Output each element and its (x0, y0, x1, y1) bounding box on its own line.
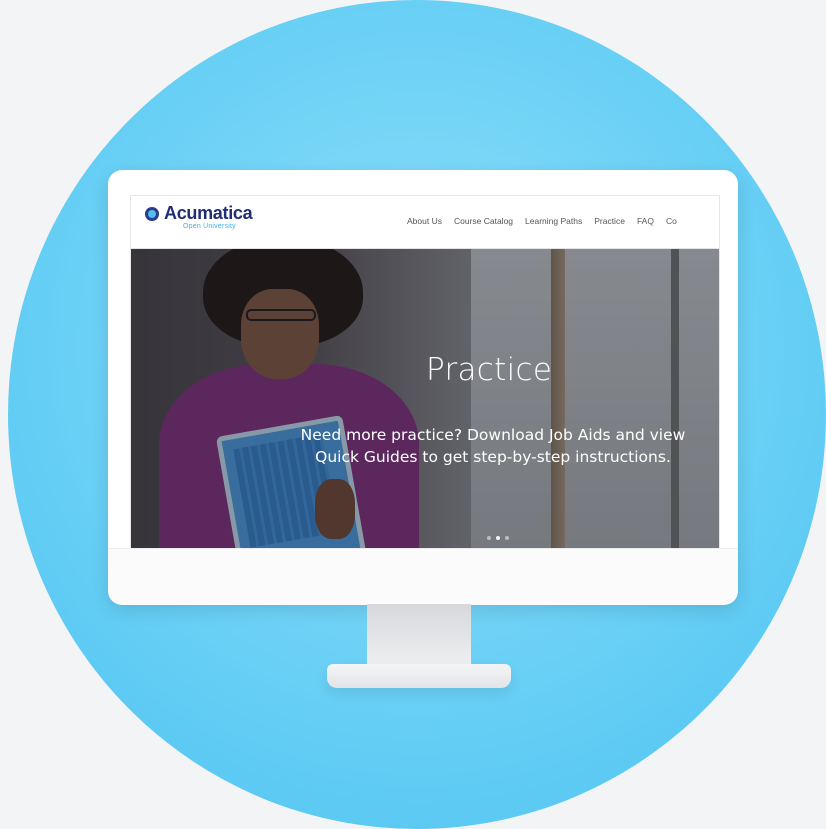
logo-name: Acumatica (164, 203, 253, 223)
logo-subtitle: Open University (183, 223, 236, 230)
carousel-dot[interactable] (496, 536, 500, 540)
nav-item-about-us[interactable]: About Us (407, 216, 442, 226)
monitor-stand (327, 664, 511, 688)
nav-item-practice[interactable]: Practice (594, 216, 625, 226)
nav-item-learning-paths[interactable]: Learning Paths (525, 216, 582, 226)
nav-links: About Us Course Catalog Learning Paths P… (407, 216, 677, 226)
carousel-indicators (487, 536, 509, 540)
monitor-screen: Acumatica Open University About Us Cours… (130, 195, 720, 549)
nav-item-course-catalog[interactable]: Course Catalog (454, 216, 513, 226)
monitor-neck (367, 604, 471, 668)
nav-item-contact[interactable]: Co (666, 216, 677, 226)
hero-banner: Practice Need more practice? Download Jo… (131, 249, 719, 548)
hero-overlay (131, 249, 719, 548)
nav-item-faq[interactable]: FAQ (637, 216, 654, 226)
hero-description-line-1: Need more practice? Download Job Aids an… (300, 426, 686, 444)
hero-title: Practice (426, 352, 553, 388)
monitor-bezel-bottom (108, 548, 738, 605)
hero-description-line-2: Quick Guides to get step-by-step instruc… (315, 448, 671, 466)
carousel-dot[interactable] (505, 536, 509, 540)
acumatica-logo-icon (145, 207, 159, 221)
monitor: Acumatica Open University About Us Cours… (108, 170, 738, 605)
carousel-dot[interactable] (487, 536, 491, 540)
site-navbar: Acumatica Open University About Us Cours… (131, 196, 719, 249)
